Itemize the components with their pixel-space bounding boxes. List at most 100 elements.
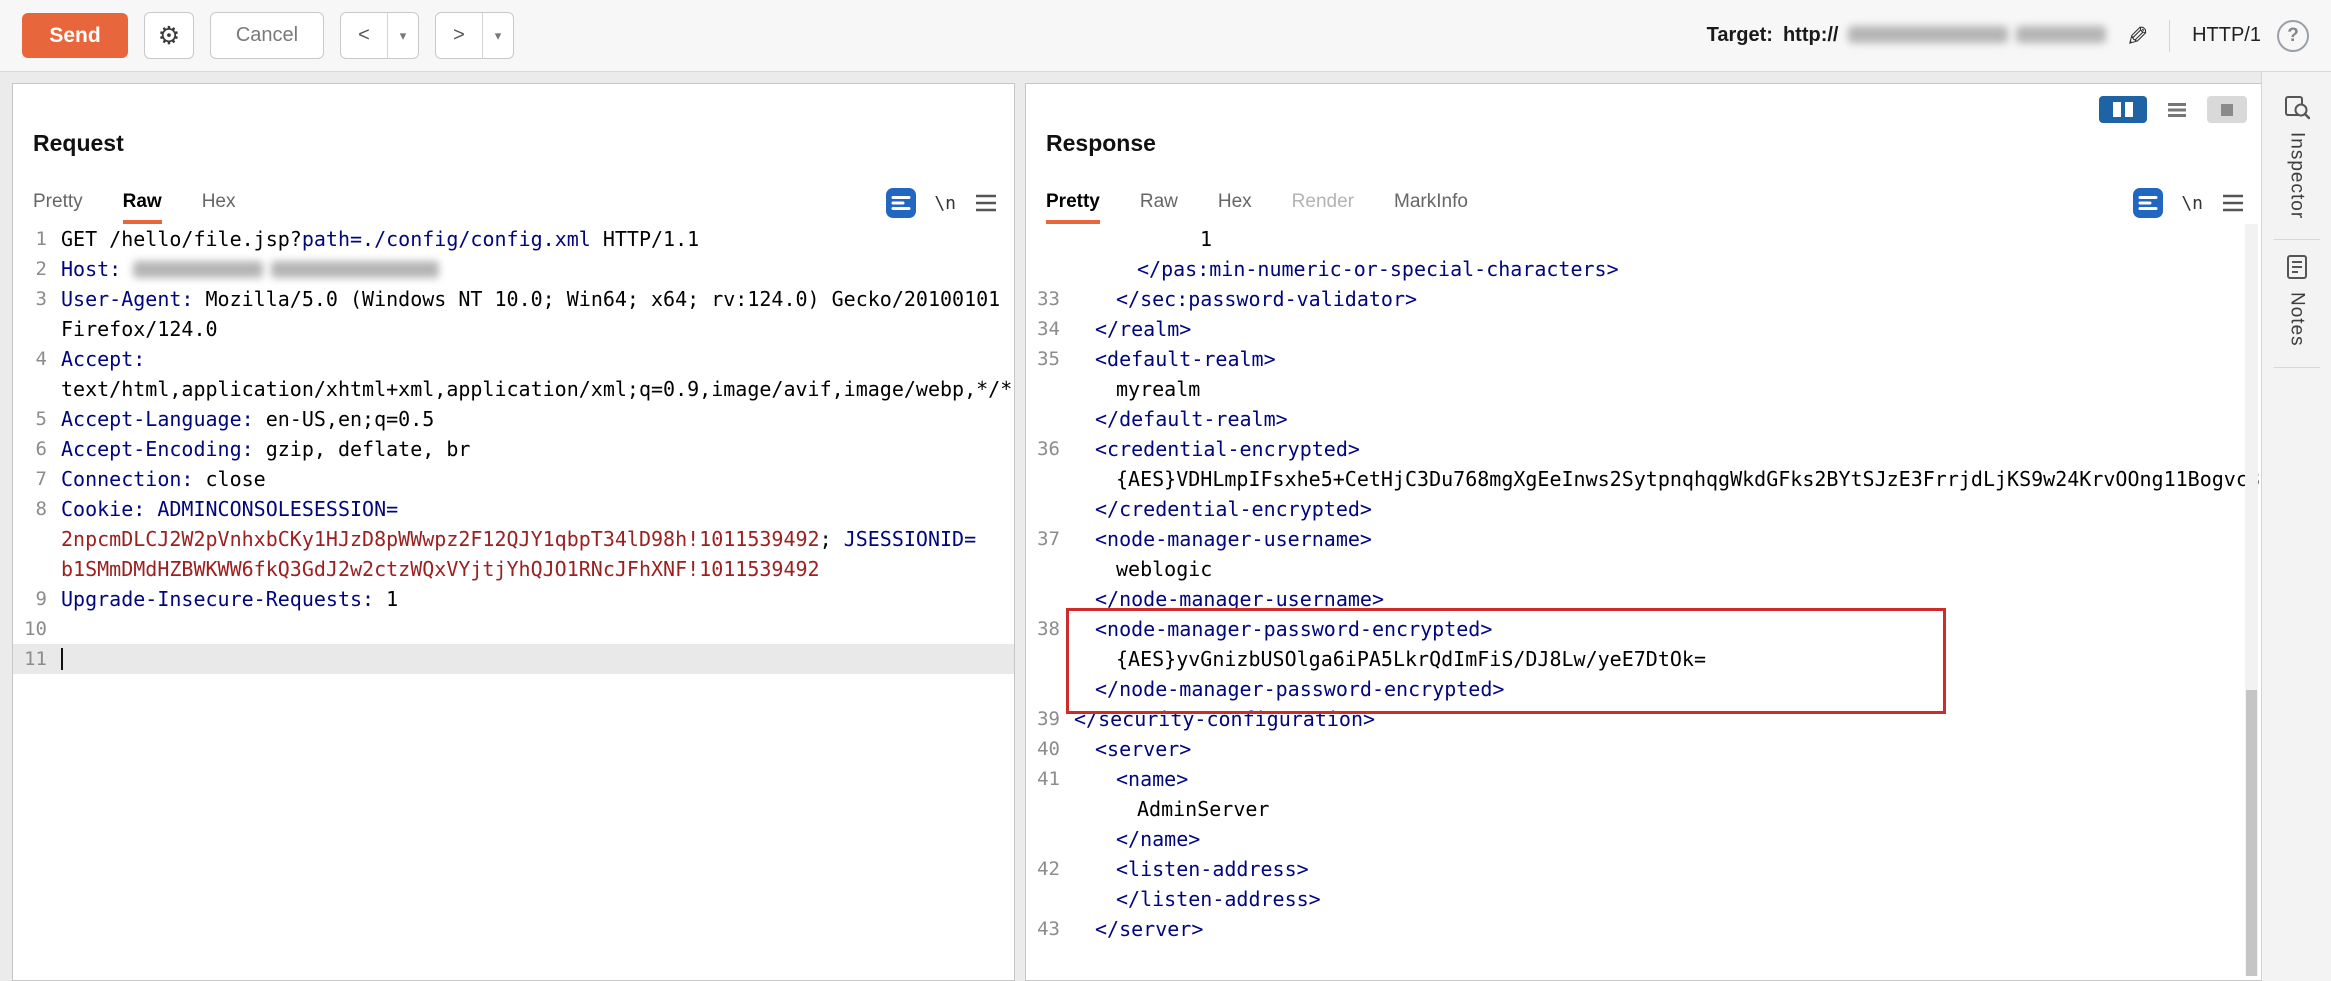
response-tabs-bar: Pretty Raw Hex Render MarkInfo \n xyxy=(1046,182,2245,224)
response-scrollbar[interactable] xyxy=(2245,224,2258,976)
send-button[interactable]: Send xyxy=(22,13,128,58)
prettify-icon xyxy=(886,188,916,218)
prettify-button[interactable] xyxy=(2133,188,2163,218)
response-viewer[interactable]: 1</pas:min-numeric-or-special-characters… xyxy=(1026,224,2261,980)
code-line[interactable]: 8Cookie: ADMINCONSOLESESSION=2npcmDLCJ2W… xyxy=(13,494,1014,584)
line-content: Accept: text/html,application/xhtml+xml,… xyxy=(61,344,1014,404)
line-number: 8 xyxy=(13,494,61,584)
http-version-label[interactable]: HTTP/1 xyxy=(2192,24,2261,47)
code-line[interactable]: </node-manager-username> xyxy=(1026,584,2261,614)
code-line[interactable]: 37<node-manager-username> xyxy=(1026,524,2261,554)
chevron-down-icon: ▾ xyxy=(400,28,407,44)
back-dropdown[interactable]: ▾ xyxy=(387,13,418,58)
columns-layout-icon xyxy=(2112,102,2134,117)
scrollbar-thumb[interactable] xyxy=(2246,690,2257,976)
code-line[interactable]: 5Accept-Language: en-US,en;q=0.5 xyxy=(13,404,1014,434)
code-line[interactable]: 40<server> xyxy=(1026,734,2261,764)
tab-pretty[interactable]: Pretty xyxy=(1046,186,1100,224)
show-newlines-button[interactable]: \n xyxy=(934,193,956,214)
code-line[interactable]: 7Connection: close xyxy=(13,464,1014,494)
sidebar-divider xyxy=(2274,239,2320,240)
tab-hex[interactable]: Hex xyxy=(1218,186,1252,224)
show-newlines-button[interactable]: \n xyxy=(2181,193,2203,214)
code-line[interactable]: 41<name> xyxy=(1026,764,2261,794)
line-content: <name> xyxy=(1074,764,2261,794)
code-line[interactable]: weblogic xyxy=(1026,554,2261,584)
line-content: Host: xyxy=(61,254,1014,284)
line-content: <node-manager-password-encrypted> xyxy=(1074,614,2261,644)
code-line[interactable]: 35<default-realm> xyxy=(1026,344,2261,374)
target-area: Target: http:// ✎ xyxy=(1707,20,2147,51)
code-line[interactable]: </node-manager-password-encrypted> xyxy=(1026,674,2261,704)
prettify-button[interactable] xyxy=(886,188,916,218)
right-side-panel: Inspector Notes xyxy=(2261,72,2331,981)
help-button[interactable]: ? xyxy=(2277,20,2309,52)
code-line[interactable]: AdminServer xyxy=(1026,794,2261,824)
target-label: Target: xyxy=(1707,24,1773,47)
line-content: </server> xyxy=(1074,914,2261,944)
code-line[interactable]: 1 xyxy=(1026,224,2261,254)
cancel-button[interactable]: Cancel xyxy=(210,12,324,59)
code-line[interactable]: </name> xyxy=(1026,824,2261,854)
code-line[interactable]: 11 xyxy=(13,644,1014,674)
code-line[interactable]: {AES}yvGnizbUSOlga6iPA5LkrQdImFiS/DJ8Lw/… xyxy=(1026,644,2261,674)
tab-hex[interactable]: Hex xyxy=(202,186,236,224)
line-content: </sec:password-validator> xyxy=(1074,284,2261,314)
question-mark-icon: ? xyxy=(2287,25,2299,47)
chevron-down-icon: ▾ xyxy=(495,28,502,44)
code-line[interactable]: 2Host: xyxy=(13,254,1014,284)
sidebar-tab-label: Notes xyxy=(2286,292,2308,347)
back-button[interactable]: < xyxy=(341,13,387,58)
code-line[interactable]: </default-realm> xyxy=(1026,404,2261,434)
redacted-text xyxy=(133,261,263,278)
line-content: <listen-address> xyxy=(1074,854,2261,884)
forward-button[interactable]: > xyxy=(436,13,482,58)
request-editor[interactable]: 1GET /hello/file.jsp?path=./config/confi… xyxy=(13,224,1014,980)
top-toolbar: Send ⚙ Cancel < ▾ > ▾ Target: http:// ✎ … xyxy=(0,0,2331,72)
code-line[interactable]: 3User-Agent: Mozilla/5.0 (Windows NT 10.… xyxy=(13,284,1014,344)
code-line[interactable]: 34</realm> xyxy=(1026,314,2261,344)
layout-rows-button[interactable] xyxy=(2157,96,2197,123)
code-line[interactable]: </listen-address> xyxy=(1026,884,2261,914)
line-content: {AES}yvGnizbUSOlga6iPA5LkrQdImFiS/DJ8Lw/… xyxy=(1074,644,2261,674)
menu-button[interactable] xyxy=(2221,193,2245,213)
line-number: 7 xyxy=(13,464,61,494)
redacted-text xyxy=(2016,26,2106,43)
code-line[interactable]: 42<listen-address> xyxy=(1026,854,2261,884)
edit-target-button[interactable]: ✎ xyxy=(2120,24,2151,47)
line-content: Accept-Language: en-US,en;q=0.5 xyxy=(61,404,1014,434)
line-content: myrealm xyxy=(1074,374,2261,404)
line-number xyxy=(1026,224,1074,254)
line-number xyxy=(1026,374,1074,404)
code-line[interactable]: 9Upgrade-Insecure-Requests: 1 xyxy=(13,584,1014,614)
menu-button[interactable] xyxy=(974,193,998,213)
code-line[interactable]: myrealm xyxy=(1026,374,2261,404)
tab-markinfo[interactable]: MarkInfo xyxy=(1394,186,1468,224)
code-line[interactable]: 39</security-configuration> xyxy=(1026,704,2261,734)
tab-pretty[interactable]: Pretty xyxy=(33,186,83,224)
layout-single-button[interactable] xyxy=(2207,96,2247,123)
tab-render[interactable]: Render xyxy=(1292,186,1354,224)
code-line[interactable]: 36<credential-encrypted> xyxy=(1026,434,2261,464)
code-line[interactable]: 38<node-manager-password-encrypted> xyxy=(1026,614,2261,644)
settings-button[interactable]: ⚙ xyxy=(144,12,194,59)
layout-columns-button[interactable] xyxy=(2099,96,2147,123)
code-line[interactable]: 1GET /hello/file.jsp?path=./config/confi… xyxy=(13,224,1014,254)
redacted-text xyxy=(271,261,439,278)
code-line[interactable]: 4Accept: text/html,application/xhtml+xml… xyxy=(13,344,1014,404)
line-content xyxy=(61,644,1014,674)
code-line[interactable]: </pas:min-numeric-or-special-characters> xyxy=(1026,254,2261,284)
sidebar-tab-notes[interactable]: Notes xyxy=(2284,244,2310,347)
line-number: 39 xyxy=(1026,704,1074,734)
code-line[interactable]: 43</server> xyxy=(1026,914,2261,944)
code-line[interactable]: 33</sec:password-validator> xyxy=(1026,284,2261,314)
code-line[interactable]: 6Accept-Encoding: gzip, deflate, br xyxy=(13,434,1014,464)
code-line[interactable]: 10 xyxy=(13,614,1014,644)
code-line[interactable]: </credential-encrypted> xyxy=(1026,494,2261,524)
code-line[interactable]: {AES}VDHLmpIFsxhe5+CetHjC3Du768mgXgEeInw… xyxy=(1026,464,2261,494)
forward-dropdown[interactable]: ▾ xyxy=(482,13,513,58)
tab-raw[interactable]: Raw xyxy=(123,186,162,224)
redacted-text xyxy=(1848,26,2008,43)
sidebar-tab-inspector[interactable]: Inspector xyxy=(2284,72,2310,219)
tab-raw[interactable]: Raw xyxy=(1140,186,1178,224)
